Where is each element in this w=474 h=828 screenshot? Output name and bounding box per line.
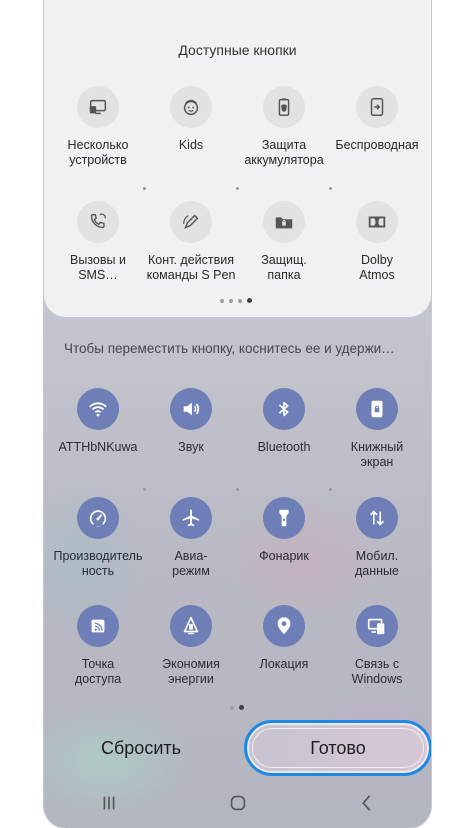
done-button-ring	[252, 728, 424, 768]
tile-label: Фонарик	[259, 549, 309, 563]
available-buttons-panel: Доступные кнопки Несколько устройств Kid…	[44, 0, 431, 317]
tile-hotspot[interactable]: Точка доступа	[51, 605, 145, 687]
back-icon[interactable]	[347, 788, 387, 818]
wifi-icon	[77, 388, 119, 430]
tile-label: Защита аккумулятора	[244, 138, 324, 167]
active-page-indicator	[230, 705, 244, 710]
link-windows-icon	[356, 605, 398, 647]
performance-icon	[77, 497, 119, 539]
page-dot	[229, 298, 233, 303]
navigation-bar	[44, 785, 431, 821]
tile-flashlight[interactable]: Фонарик	[237, 497, 331, 564]
tile-label: Производитель ность	[53, 549, 143, 578]
dolby-icon	[356, 201, 398, 243]
tile-location[interactable]: Локация	[237, 605, 331, 672]
flashlight-icon	[263, 497, 305, 539]
battery-protect-icon	[263, 86, 305, 128]
power-saving-icon	[170, 605, 212, 647]
separator-dot	[329, 488, 332, 491]
tile-label: Звук	[178, 440, 204, 454]
tile-label: Конт. действия команды S Pen	[146, 253, 236, 282]
quick-panel-editor: Доступные кнопки Несколько устройств Kid…	[44, 0, 431, 828]
tile-label: Dolby Atmos	[359, 253, 395, 282]
tile-label: Точка доступа	[74, 657, 122, 686]
tile-sound[interactable]: Звук	[144, 388, 238, 455]
tile-label: Kids	[178, 138, 204, 152]
location-icon	[263, 605, 305, 647]
available-buttons-title: Доступные кнопки	[178, 42, 297, 58]
kids-icon	[170, 86, 212, 128]
tile-link-windows[interactable]: Связь с Windows	[330, 605, 424, 687]
tile-wifi[interactable]: ATTHbNKuwa	[51, 388, 145, 455]
tile-secure-folder[interactable]: Защищ. папка	[237, 201, 331, 283]
available-page-indicator	[220, 298, 252, 303]
tile-performance[interactable]: Производитель ность	[51, 497, 145, 579]
page-dot-active	[239, 705, 244, 710]
tile-label: Экономия энергии	[162, 657, 220, 686]
reset-button[interactable]: Сбросить	[64, 728, 218, 768]
tile-label: Bluetooth	[257, 440, 311, 454]
portrait-lock-icon	[356, 388, 398, 430]
home-icon[interactable]	[218, 788, 258, 818]
sound-icon	[170, 388, 212, 430]
hotspot-icon	[77, 605, 119, 647]
tile-kids[interactable]: Kids	[144, 86, 238, 153]
tile-label: ATTHbNKuwa	[58, 440, 138, 454]
tile-power-saving[interactable]: Экономия энергии	[144, 605, 238, 687]
tile-label: Мобил. данные	[355, 549, 399, 578]
drag-hint: Чтобы переместить кнопку, коснитесь ее и…	[64, 341, 395, 356]
tile-label: Защищ. папка	[261, 253, 307, 282]
tile-label: Локация	[259, 657, 309, 671]
secure-folder-icon	[263, 201, 305, 243]
tile-s-pen[interactable]: Конт. действия команды S Pen	[144, 201, 238, 283]
airplane-icon	[170, 497, 212, 539]
page-dot	[230, 705, 234, 710]
tile-label: Вызовы и SMS…	[70, 253, 126, 282]
recents-icon[interactable]	[89, 788, 129, 818]
separator-dot	[143, 488, 146, 491]
tile-label: Беспроводная	[335, 138, 419, 152]
separator-dot	[329, 187, 332, 190]
s-pen-icon	[170, 201, 212, 243]
separator-dot	[143, 187, 146, 190]
tile-dolby[interactable]: Dolby Atmos	[330, 201, 424, 283]
bluetooth-icon	[263, 388, 305, 430]
tile-bluetooth[interactable]: Bluetooth	[237, 388, 331, 455]
tile-portrait-lock[interactable]: Книжный экран	[330, 388, 424, 470]
multi-device-icon	[77, 86, 119, 128]
tile-mobile-data[interactable]: Мобил. данные	[330, 497, 424, 579]
page-dot	[220, 298, 224, 303]
tile-airplane[interactable]: Авиа- режим	[144, 497, 238, 579]
tile-label: Несколько устройств	[67, 138, 129, 167]
calls-sms-icon	[77, 201, 119, 243]
separator-dot	[236, 488, 239, 491]
page-dot	[238, 298, 242, 303]
done-button[interactable]: Готово	[244, 720, 431, 776]
mobile-data-icon	[356, 497, 398, 539]
tile-battery-protect[interactable]: Защита аккумулятора	[237, 86, 331, 168]
tile-multi-device[interactable]: Несколько устройств	[51, 86, 145, 168]
page-dot-active	[247, 298, 252, 303]
wireless-share-icon	[356, 86, 398, 128]
separator-dot	[236, 187, 239, 190]
tile-wireless-share[interactable]: Беспроводная	[330, 86, 424, 153]
tile-calls-sms[interactable]: Вызовы и SMS…	[51, 201, 145, 283]
tile-label: Книжный экран	[350, 440, 404, 469]
tile-label: Связь с Windows	[351, 657, 403, 686]
tile-label: Авиа- режим	[172, 549, 210, 578]
